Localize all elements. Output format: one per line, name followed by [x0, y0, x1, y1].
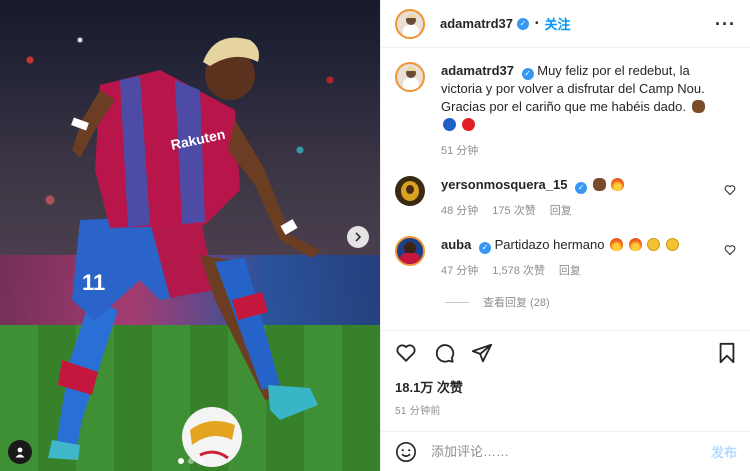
likes-count[interactable]: 18.1万 次赞: [395, 377, 737, 396]
post-actions: 18.1万 次赞 51 分钟前: [381, 330, 750, 417]
caption-avatar[interactable]: [395, 62, 425, 92]
comment-bubble-icon[interactable]: [433, 342, 455, 364]
carousel-dot-active: [178, 458, 184, 464]
more-options-icon[interactable]: ···: [715, 15, 736, 33]
reply-button[interactable]: 回复: [559, 262, 581, 280]
comment-item: yersonmosquera_15 ✓ 48 分钟 175 次赞 回复: [395, 176, 736, 220]
author-avatar[interactable]: [395, 8, 425, 39]
comment-item: auba ✓ Partidazo hermano 47 分钟 1,578 次赞 …: [395, 236, 736, 280]
praying-hands-emoji-icon: [592, 178, 606, 191]
post-comment-button[interactable]: 发布: [711, 442, 737, 461]
comment-input[interactable]: [431, 444, 711, 459]
comment-likes[interactable]: 175 次赞: [492, 202, 535, 220]
carousel-dot: [198, 458, 204, 464]
commenter-username[interactable]: auba: [441, 237, 471, 252]
comment-time[interactable]: 47 分钟: [441, 262, 478, 280]
comment-likes[interactable]: 1,578 次赞: [492, 262, 545, 280]
emoji-picker-icon[interactable]: [395, 441, 417, 463]
add-comment-bar: 发布: [381, 431, 750, 471]
share-send-icon[interactable]: [471, 342, 493, 364]
grinning-face-emoji-icon: [647, 238, 661, 251]
author-username[interactable]: adamatrd37: [440, 16, 513, 31]
divider-line: [445, 301, 469, 303]
like-heart-icon[interactable]: [395, 342, 417, 364]
post-header: adamatrd37 ✓ • 关注 ···: [381, 0, 750, 48]
save-bookmark-icon[interactable]: [717, 342, 737, 364]
follow-button[interactable]: 关注: [545, 14, 571, 33]
grinning-face-emoji-icon: [665, 238, 679, 251]
comment-time[interactable]: 48 分钟: [441, 202, 478, 220]
red-circle-emoji-icon: [461, 118, 475, 131]
comment-text: Partidazo hermano: [494, 237, 605, 252]
commenter-avatar[interactable]: [395, 236, 425, 266]
tagged-users-button[interactable]: [8, 440, 32, 464]
separator-dot: •: [534, 18, 539, 29]
post-media[interactable]: 11 Rakuten: [0, 0, 380, 471]
comments-list: adamatrd37 ✓ Muy feliz por el redebut, l…: [381, 48, 750, 338]
view-replies-label: 查看回复 (28): [483, 297, 550, 309]
verified-badge-icon: ✓: [521, 68, 534, 80]
post-side-panel: adamatrd37 ✓ • 关注 ··· adamatrd37 ✓ Muy f…: [380, 0, 750, 471]
fire-emoji-icon: [611, 178, 625, 191]
verified-badge-icon: ✓: [478, 242, 491, 254]
carousel-dot: [188, 458, 194, 464]
post-timestamp[interactable]: 51 分钟前: [395, 402, 737, 417]
commenter-username[interactable]: yersonmosquera_15: [441, 177, 567, 192]
caption: adamatrd37 ✓ Muy feliz por el redebut, l…: [395, 62, 736, 160]
person-icon: [15, 447, 25, 458]
blue-circle-emoji-icon: [443, 118, 456, 131]
view-replies-button[interactable]: 查看回复 (28): [445, 294, 736, 310]
next-slide-button[interactable]: [347, 226, 369, 248]
carousel-indicator: [178, 458, 204, 464]
praying-hands-emoji-icon: [691, 100, 705, 113]
verified-badge-icon: ✓: [516, 17, 529, 30]
player-photo: 11 Rakuten: [48, 37, 320, 467]
fire-emoji-icon: [628, 238, 642, 251]
comment-like-heart-icon[interactable]: [724, 244, 736, 256]
fire-emoji-icon: [610, 238, 624, 251]
chevron-right-icon: [355, 232, 362, 242]
commenter-avatar[interactable]: [395, 176, 425, 206]
reply-button[interactable]: 回复: [550, 202, 572, 220]
caption-username[interactable]: adamatrd37: [441, 63, 514, 78]
comment-like-heart-icon[interactable]: [724, 184, 736, 196]
jersey-number: 11: [82, 270, 105, 295]
verified-badge-icon: ✓: [575, 182, 588, 194]
caption-time[interactable]: 51 分钟: [441, 142, 478, 160]
